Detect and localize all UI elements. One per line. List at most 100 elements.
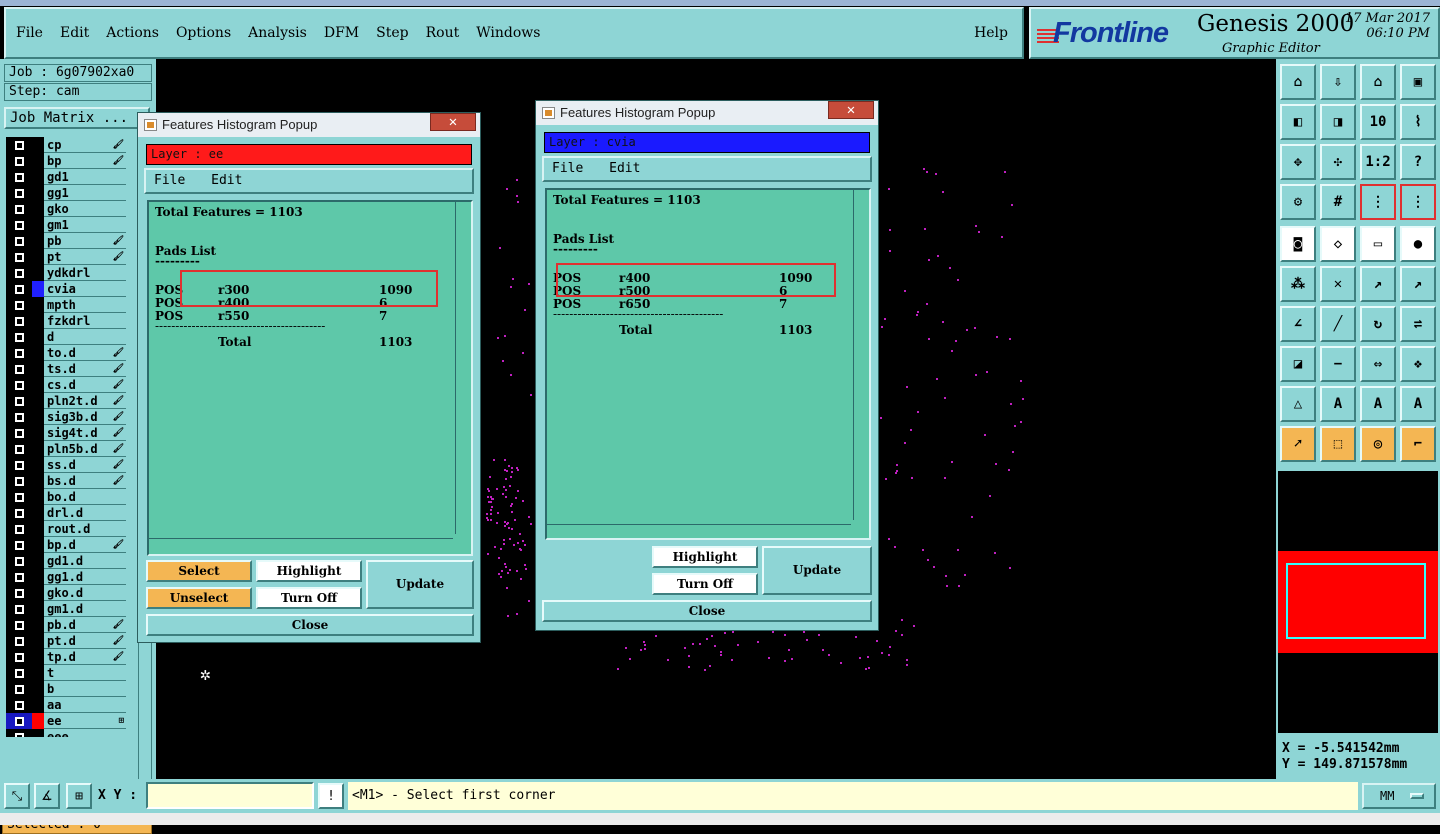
layer-name[interactable]: ss.d 🖌 <box>44 457 126 473</box>
layer-checkbox[interactable] <box>6 217 32 233</box>
layer-color-swatch[interactable] <box>32 137 44 153</box>
layer-row-ts-d[interactable]: ts.d 🖌 <box>6 361 126 377</box>
menu-step[interactable]: Step <box>376 25 408 41</box>
layer-row-gm1[interactable]: gm1 <box>6 217 126 233</box>
layer-checkbox[interactable] <box>6 137 32 153</box>
layer-name[interactable]: mpth <box>44 297 126 313</box>
popup1-close-icon[interactable]: ✕ <box>430 113 476 131</box>
a-bar-icon[interactable]: A <box>1360 386 1396 422</box>
layer-row-mpth[interactable]: mpth <box>6 297 126 313</box>
layer-name[interactable]: gko <box>44 201 126 217</box>
popup1-vscroll[interactable] <box>455 202 469 534</box>
turn-off-button[interactable]: Turn Off <box>256 587 362 609</box>
layer-row-gko-d[interactable]: gko.d <box>6 585 126 601</box>
layer-checkbox[interactable] <box>6 201 32 217</box>
layer-color-swatch[interactable] <box>32 409 44 425</box>
popup2-menu-edit[interactable]: Edit <box>609 161 640 176</box>
select-button[interactable]: Select <box>146 560 252 582</box>
layer-checkbox[interactable] <box>6 649 32 665</box>
layer-row-pln2t-d[interactable]: pln2t.d 🖌 <box>6 393 126 409</box>
layer-color-swatch[interactable] <box>32 537 44 553</box>
layer-row-aa[interactable]: aa <box>6 697 126 713</box>
menu-analysis[interactable]: Analysis <box>248 25 307 41</box>
layer-color-swatch[interactable] <box>32 377 44 393</box>
layer-color-swatch[interactable] <box>32 345 44 361</box>
connect-icon[interactable]: ↗ <box>1360 266 1396 302</box>
popup2-titlebar[interactable]: Features Histogram Popup <box>536 101 878 125</box>
snap-icon[interactable]: ⌇ <box>1400 104 1436 140</box>
layer-checkbox[interactable] <box>6 233 32 249</box>
layer-name[interactable]: pb.d 🖌 <box>44 617 126 633</box>
layer-name[interactable]: d <box>44 329 126 345</box>
layer-color-swatch[interactable] <box>32 521 44 537</box>
zoom-10-icon[interactable]: 10 <box>1360 104 1396 140</box>
layer-checkbox[interactable] <box>6 729 32 737</box>
layer-name[interactable]: gd1.d <box>44 553 126 569</box>
layer-name[interactable]: tp.d 🖌 <box>44 649 126 665</box>
layer-checkbox[interactable] <box>6 361 32 377</box>
layer-name[interactable]: fzkdrl <box>44 313 126 329</box>
layer-row-fzkdrl[interactable]: fzkdrl <box>6 313 126 329</box>
layer-color-swatch[interactable] <box>32 297 44 313</box>
layer-color-swatch[interactable] <box>32 585 44 601</box>
layer-row-ydkdrl[interactable]: ydkdrl <box>6 265 126 281</box>
layer-color-swatch[interactable] <box>32 713 44 729</box>
layer-checkbox[interactable] <box>6 633 32 649</box>
menu-edit[interactable]: Edit <box>60 25 89 41</box>
layer-color-swatch[interactable] <box>32 169 44 185</box>
layer-row-sig4t-d[interactable]: sig4t.d 🖌 <box>6 425 126 441</box>
popup2-vscroll[interactable] <box>853 190 867 520</box>
layer-row-pln5b-d[interactable]: pln5b.d 🖌 <box>6 441 126 457</box>
zoom-center-icon[interactable]: ✣ <box>1320 144 1356 180</box>
zoom-box-icon[interactable]: ⤡ <box>4 783 30 809</box>
xy-input[interactable] <box>146 782 314 809</box>
zoom-home-icon[interactable]: ⌂ <box>1280 64 1316 100</box>
menu-actions[interactable]: Actions <box>106 25 159 41</box>
mirror-icon[interactable]: ⇌ <box>1400 306 1436 342</box>
layer-row-b[interactable]: b <box>6 681 126 697</box>
layer-checkbox[interactable] <box>6 153 32 169</box>
layer-row-tp-d[interactable]: tp.d 🖌 <box>6 649 126 665</box>
a-cross-icon[interactable]: A <box>1400 386 1436 422</box>
layer-checkbox[interactable] <box>6 425 32 441</box>
layer-row-cp[interactable]: cp 🖌 <box>6 137 126 153</box>
layer-checkbox[interactable] <box>6 169 32 185</box>
alert-icon[interactable]: ! <box>318 783 344 809</box>
measure-icon[interactable]: ⇔ <box>1360 346 1396 382</box>
layer-row-cs-d[interactable]: cs.d 🖌 <box>6 377 126 393</box>
layer-row-pt-d[interactable]: pt.d 🖌 <box>6 633 126 649</box>
layer-color-swatch[interactable] <box>32 329 44 345</box>
unselect-button[interactable]: Unselect <box>146 587 252 609</box>
layer-checkbox[interactable] <box>6 489 32 505</box>
grid-icon[interactable]: # <box>1320 184 1356 220</box>
layer-row-gd1[interactable]: gd1 <box>6 169 126 185</box>
measure-angle-icon[interactable]: ∡ <box>34 783 60 809</box>
zoom-fit-icon[interactable]: ✥ <box>1280 144 1316 180</box>
net-icon[interactable]: ⁂ <box>1280 266 1316 302</box>
settings-icon[interactable]: ⚙ <box>1280 184 1316 220</box>
layer-color-swatch[interactable] <box>32 473 44 489</box>
layer-row-eee[interactable]: eee <box>6 729 126 737</box>
layer-color-swatch[interactable] <box>32 249 44 265</box>
layer-checkbox[interactable] <box>6 185 32 201</box>
shape-icon[interactable]: ◇ <box>1320 226 1356 262</box>
layer-color-swatch[interactable] <box>32 489 44 505</box>
grid-snap-icon[interactable]: ⊞ <box>66 783 92 809</box>
layer-name[interactable]: bp.d 🖌 <box>44 537 126 553</box>
layer-color-swatch[interactable] <box>32 201 44 217</box>
layer-name[interactable]: gg1 <box>44 185 126 201</box>
layer-row-rout-d[interactable]: rout.d <box>6 521 126 537</box>
menu-file[interactable]: File <box>16 25 43 41</box>
layer-checkbox[interactable] <box>6 265 32 281</box>
layer-checkbox[interactable] <box>6 345 32 361</box>
draw-icon[interactable]: ╱ <box>1320 306 1356 342</box>
layer-checkbox[interactable] <box>6 601 32 617</box>
layer-row-pb[interactable]: pb 🖌 <box>6 233 126 249</box>
layers-b-icon[interactable]: ⋮ <box>1400 184 1436 220</box>
layer-checkbox[interactable] <box>6 281 32 297</box>
move-icon[interactable]: ↗ <box>1400 266 1436 302</box>
popup1-hscroll[interactable] <box>149 538 453 550</box>
board-preview[interactable] <box>1278 471 1438 733</box>
pointer-route-icon[interactable]: ⌐ <box>1400 426 1436 462</box>
layer-color-swatch[interactable] <box>32 281 44 297</box>
